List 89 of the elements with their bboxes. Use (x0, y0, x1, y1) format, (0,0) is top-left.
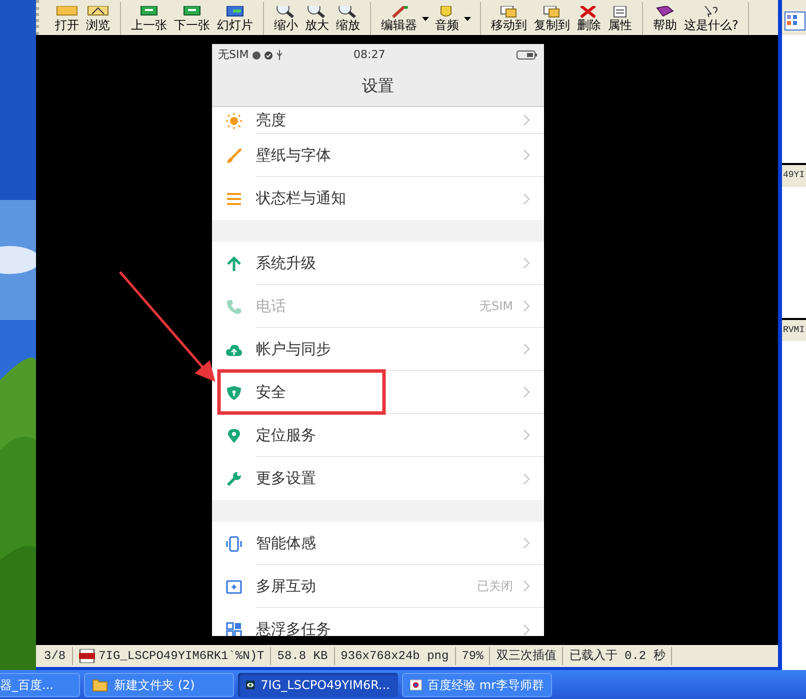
phone-icon (226, 298, 242, 314)
row-label: 状态栏与通知 (256, 188, 347, 210)
dropdown-caret-icon[interactable] (422, 16, 429, 20)
row-value: 无SIM (479, 298, 513, 315)
device-frame-icon (226, 536, 242, 552)
taskbar-button[interactable]: 器_百度... (0, 672, 80, 696)
status-text: 936x768x24b png (340, 648, 449, 665)
settings-row[interactable]: 状态栏与通知 (212, 177, 544, 220)
row-label: 帐户与同步 (256, 338, 332, 360)
toolbar-button[interactable]: 属性 (606, 6, 634, 35)
settings-row[interactable]: 智能体感 (212, 522, 544, 565)
settings-row[interactable]: 壁纸与字体 (212, 134, 544, 177)
chevron-right-icon (523, 192, 530, 204)
toolbar-button[interactable]: 放大 (303, 6, 331, 35)
settings-row[interactable]: 定位服务 (212, 414, 544, 457)
settings-row[interactable]: 多屏互动 已关闭 (212, 565, 544, 608)
folder-icon (55, 6, 79, 18)
screen-title: 设置 (212, 66, 544, 107)
carrier-text: 无SIM (218, 46, 249, 63)
toolbar-button[interactable]: 帮助 (651, 6, 679, 35)
settings-row[interactable]: 安全 (212, 371, 544, 414)
toolbar-button[interactable]: 上一张 (129, 6, 169, 35)
row-label: 电话 (256, 296, 287, 317)
status-text: 58.8 KB (277, 648, 328, 665)
settings-row[interactable]: 帐户与同步 (212, 328, 544, 371)
chevron-right-icon (523, 257, 530, 269)
toolbar-button[interactable]: 幻灯片 (215, 6, 255, 35)
status-text: 7IG_LSCPO49YIM6RK1`%N)T (98, 648, 264, 665)
row-label: 系统升级 (256, 252, 317, 274)
toolbar-button[interactable]: 缩小 (272, 6, 300, 35)
chevron-right-icon (523, 429, 530, 441)
battery-icon (516, 50, 538, 60)
settings-row[interactable]: 系统升级 (212, 242, 544, 285)
list-icon (226, 190, 242, 206)
chevron-right-icon (523, 300, 530, 312)
wrench-icon (226, 470, 242, 486)
chevron-right-icon (523, 537, 530, 549)
row-label: 定位服务 (256, 424, 317, 446)
settings-row[interactable]: 悬浮多任务 (212, 608, 544, 636)
settings-row[interactable]: 亮度 (212, 107, 544, 134)
toolbar-button[interactable]: 下一张 (172, 6, 212, 35)
grid-icon (226, 622, 242, 636)
chevron-right-icon (523, 624, 530, 636)
row-value: 已关闭 (477, 578, 513, 595)
row-label: 亮度 (256, 110, 287, 131)
taskbar-button[interactable]: 7IG_LSCPO49YIM6R... (238, 672, 398, 696)
brush-icon (226, 148, 242, 164)
chevron-right-icon (523, 472, 530, 484)
up-arrow-icon (226, 256, 242, 272)
chevron-right-icon (523, 580, 530, 592)
settings-row[interactable]: 更多设置 (212, 457, 544, 500)
clock-text: 08:27 (354, 46, 386, 63)
chevron-right-icon (523, 149, 530, 161)
toolbar-button[interactable]: 打开 (53, 6, 81, 35)
toolbar-button[interactable]: 浏览 (84, 6, 112, 35)
clipped-text: 49YI (782, 165, 806, 186)
toolbar-button[interactable]: 这是什么? (682, 6, 740, 35)
chevron-right-icon (523, 114, 530, 126)
toolbar-button[interactable]: 缩放 (334, 6, 362, 35)
web-page-icon (410, 676, 422, 692)
status-text: 79% (462, 648, 484, 665)
png-file-icon (78, 649, 95, 663)
chevron-right-icon (523, 343, 530, 355)
toolbar-button[interactable]: 删除 (575, 6, 603, 35)
status-text: 3/8 (44, 648, 66, 665)
sun-icon (226, 112, 242, 128)
check-badge-icon (264, 50, 273, 60)
row-label: 安全 (256, 382, 287, 403)
taskbar-button[interactable]: 新建文件夹 (2) (84, 672, 234, 696)
row-label: 多屏互动 (256, 576, 317, 597)
dropdown-caret-icon[interactable] (464, 16, 471, 20)
status-text: 双三次插值 (496, 648, 556, 665)
folder-icon (92, 676, 108, 692)
row-label: 悬浮多任务 (256, 619, 332, 636)
toolbar-button[interactable]: 编辑器 (379, 6, 419, 35)
taskbar-button[interactable]: 百度经验 mr李导师群 (402, 672, 552, 696)
status-text: 已载入于 0.2 秒 (569, 648, 666, 665)
toolbar-button[interactable]: 复制到 (532, 6, 572, 35)
window-thumbnail-icon (784, 11, 806, 31)
clipped-text: RVMI (782, 320, 806, 341)
row-label: 壁纸与字体 (256, 144, 332, 166)
location-pin-icon (226, 428, 242, 444)
row-label: 更多设置 (256, 468, 317, 490)
toolbar-button[interactable]: 移动到 (489, 6, 529, 35)
usb-icon (276, 50, 283, 60)
row-label: 智能体感 (256, 532, 317, 554)
toolbar-button[interactable]: 音频 (433, 6, 461, 35)
picture-folder-icon (86, 6, 110, 18)
chevron-right-icon (523, 386, 530, 398)
